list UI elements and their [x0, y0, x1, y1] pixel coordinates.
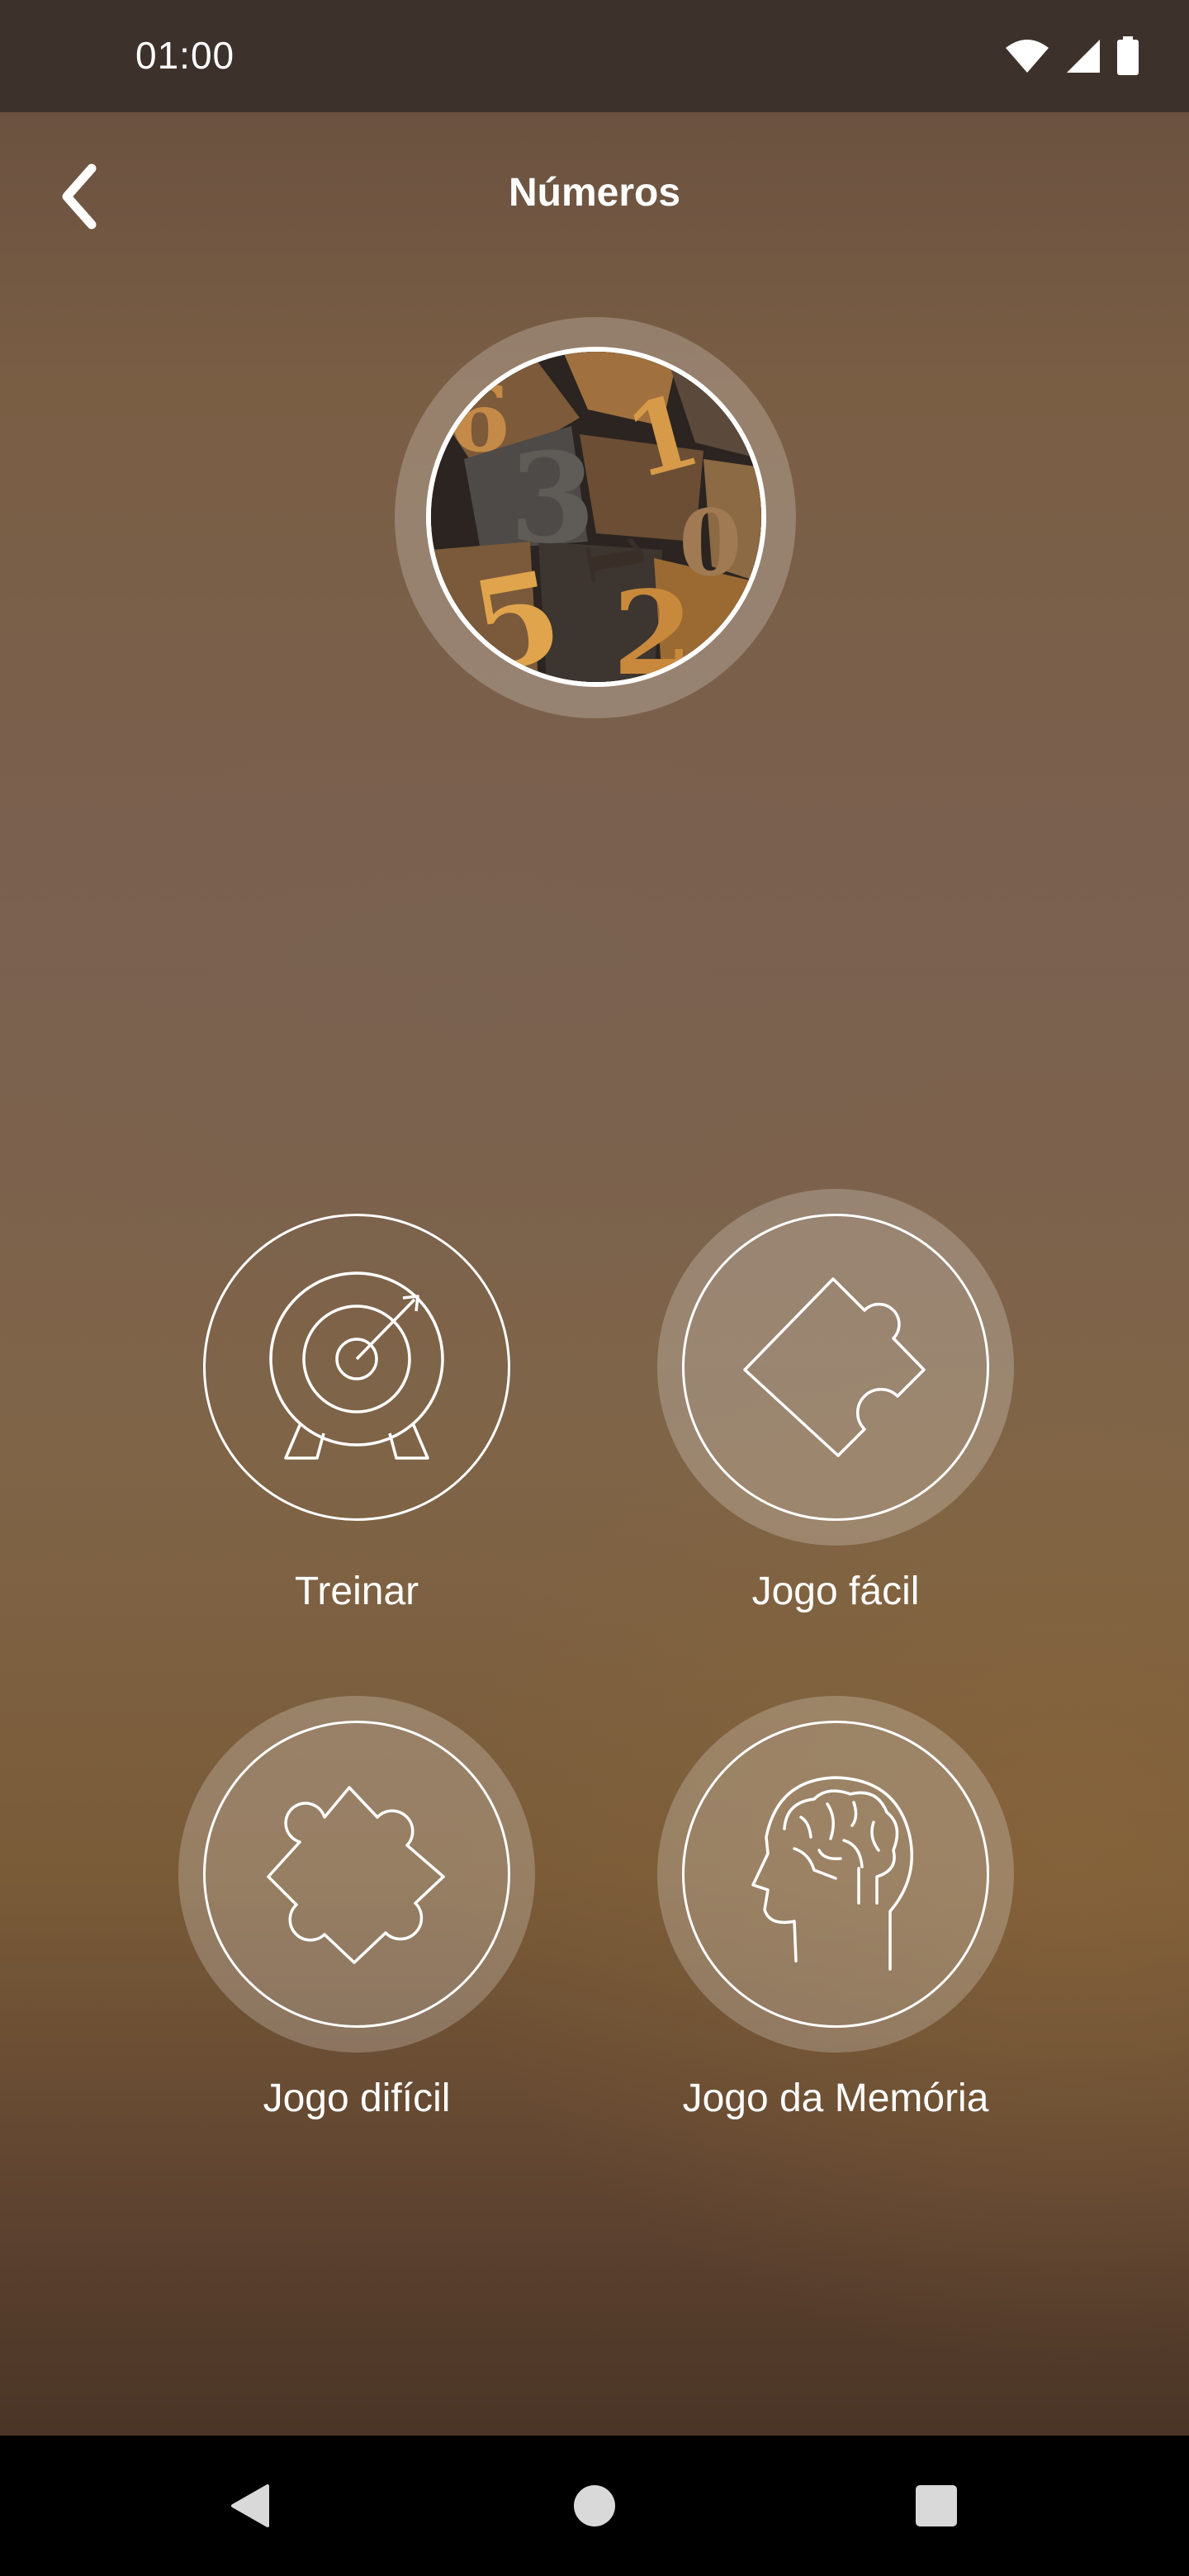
status-icons [1004, 33, 1139, 79]
wifi-icon [1006, 40, 1049, 73]
head-brain-icon [751, 1776, 913, 1971]
mode-treinar-circle [203, 1214, 510, 1521]
mode-jogo-facil-circle [682, 1214, 989, 1521]
nav-home-button[interactable] [528, 2436, 661, 2576]
hero-image: 3 1 6 5 2 0 1 [426, 347, 766, 687]
status-bar: 01:00 [0, 0, 1189, 112]
svg-text:0: 0 [679, 490, 742, 596]
wooden-numbers-illustration: 3 1 6 5 2 0 1 [431, 352, 761, 682]
app-bar: Números [0, 112, 1189, 277]
home-circle-icon [574, 2485, 615, 2526]
status-time: 01:00 [135, 34, 235, 77]
system-nav-bar [0, 2436, 1189, 2576]
archery-target-icon [269, 1271, 444, 1460]
mode-jogo-facil-label: Jogo fácil [751, 1570, 920, 1613]
puzzle-piece-icon [267, 1786, 445, 1964]
screen: 01:00 Números 3 1 6 5 2 0 1 Treinar Jogo… [0, 0, 1189, 2576]
nav-back-button[interactable] [183, 2436, 315, 2576]
back-triangle-icon [231, 2484, 269, 2527]
mode-jogo-dificil-circle [203, 1721, 510, 2028]
mode-jogo-facil[interactable]: Jogo fácil [596, 1189, 1075, 1643]
mode-jogo-dificil-label: Jogo difícil [263, 2076, 451, 2120]
mode-jogo-da-memoria-circle [682, 1721, 989, 2028]
mode-treinar[interactable]: Treinar [117, 1214, 596, 1643]
page-title: Números [508, 171, 681, 215]
recents-square-icon [916, 2485, 957, 2526]
battery-icon [1117, 36, 1139, 75]
puzzle-piece-icon [743, 1277, 926, 1457]
nav-recents-button[interactable] [870, 2436, 1002, 2576]
mode-jogo-dificil[interactable]: Jogo difícil [117, 1696, 596, 2150]
mode-treinar-label: Treinar [294, 1570, 419, 1613]
cellular-signal-icon [1067, 40, 1100, 73]
mode-jogo-da-memoria-label: Jogo da Memória [682, 2076, 989, 2120]
mode-jogo-da-memoria[interactable]: Jogo da Memória [596, 1696, 1075, 2150]
